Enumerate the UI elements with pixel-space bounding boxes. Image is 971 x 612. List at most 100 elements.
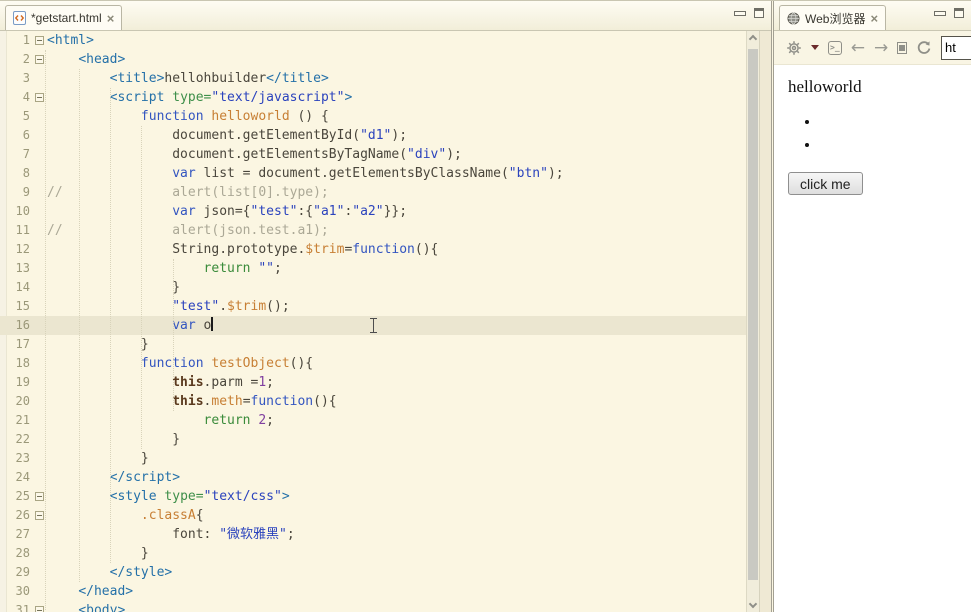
code-token: } — [140, 546, 149, 561]
code-text[interactable]: this.parm =1; — [47, 373, 746, 392]
fold-toggle-icon[interactable] — [33, 31, 47, 50]
code-text[interactable]: this.meth=function(){ — [47, 392, 746, 411]
code-line[interactable]: 2 <head> — [0, 50, 746, 69]
stop-icon[interactable] — [897, 41, 907, 54]
code-token: <title> — [109, 71, 165, 86]
maximize-icon[interactable] — [754, 8, 764, 18]
close-icon[interactable]: × — [870, 12, 878, 25]
code-text[interactable]: </script> — [47, 468, 746, 487]
page-text-helloworld: helloworld — [788, 77, 862, 96]
code-line[interactable]: 23 } — [0, 449, 746, 468]
code-text[interactable]: <head> — [47, 50, 746, 69]
code-line[interactable]: 4 <script type="text/javascript"> — [0, 88, 746, 107]
scroll-up-icon[interactable] — [748, 34, 758, 44]
code-text[interactable]: return ""; — [47, 259, 746, 278]
code-text[interactable]: var o — [47, 316, 746, 335]
code-text[interactable]: var list = document.getElementsByClassNa… — [47, 164, 746, 183]
settings-gear-icon[interactable] — [786, 40, 802, 56]
code-text[interactable]: "test".$trim(); — [47, 297, 746, 316]
line-number: 9 — [22, 185, 30, 199]
code-token: "d1" — [360, 128, 392, 143]
code-line[interactable]: 22 } — [0, 430, 746, 449]
forward-arrow-icon[interactable]: → — [874, 38, 888, 58]
code-text[interactable]: document.getElementById("d1"); — [47, 126, 746, 145]
code-line[interactable]: 24 </script> — [0, 468, 746, 487]
code-line[interactable]: 15 "test".$trim(); — [0, 297, 746, 316]
code-text[interactable]: <title>hellohbuilder</title> — [47, 69, 746, 88]
code-line[interactable]: 8 var list = document.getElementsByClass… — [0, 164, 746, 183]
code-line[interactable]: 14 } — [0, 278, 746, 297]
code-line[interactable]: 3 <title>hellohbuilder</title> — [0, 69, 746, 88]
console-icon[interactable]: >_ — [828, 40, 842, 55]
code-text[interactable]: } — [47, 544, 746, 563]
line-number: 5 — [22, 109, 30, 123]
code-text[interactable]: </head> — [47, 582, 746, 601]
minimize-icon[interactable] — [734, 10, 746, 16]
code-text[interactable]: function testObject(){ — [47, 354, 746, 373]
code-area[interactable]: 1 <html> 2 <head> 3 <title>hellohbuilder</t… — [0, 31, 746, 612]
code-text[interactable]: document.getElementsByTagName("div"); — [47, 145, 746, 164]
code-text[interactable]: } — [47, 449, 746, 468]
code-line[interactable]: 30 </head> — [0, 582, 746, 601]
dropdown-caret-icon[interactable] — [811, 45, 819, 50]
code-line[interactable]: 7 document.getElementsByTagName("div"); — [0, 145, 746, 164]
code-text[interactable]: // alert(list[0].type); — [47, 183, 746, 202]
refresh-icon[interactable] — [916, 40, 932, 56]
line-number: 27 — [15, 527, 30, 541]
editor-tabbar: *getstart.html × — [0, 1, 771, 31]
code-line[interactable]: 13 return ""; — [0, 259, 746, 278]
editor-vertical-scrollbar[interactable] — [746, 31, 759, 612]
code-text[interactable]: } — [47, 278, 746, 297]
code-line[interactable]: 17 } — [0, 335, 746, 354]
code-line[interactable]: 5 function helloworld () { — [0, 107, 746, 126]
code-text[interactable]: // alert(json.test.a1); — [47, 221, 746, 240]
code-line[interactable]: 9 // alert(list[0].type); — [0, 183, 746, 202]
code-text[interactable]: <style type="text/css"> — [47, 487, 746, 506]
code-line[interactable]: 20 this.meth=function(){ — [0, 392, 746, 411]
code-text[interactable]: var json={"test":{"a1":"a2"}}; — [47, 202, 746, 221]
maximize-icon[interactable] — [954, 8, 964, 18]
tab-web-browser[interactable]: Web浏览器 × — [779, 5, 887, 30]
scrollbar-thumb[interactable] — [748, 49, 758, 580]
code-line[interactable]: 18 function testObject(){ — [0, 354, 746, 373]
code-line[interactable]: 12 String.prototype.$trim=function(){ — [0, 240, 746, 259]
code-text[interactable]: } — [47, 335, 746, 354]
back-arrow-icon[interactable]: ← — [851, 38, 865, 58]
code-token: // alert(list[0].type); — [47, 185, 329, 200]
scroll-down-icon[interactable] — [748, 599, 758, 609]
code-line[interactable]: 25 <style type="text/css"> — [0, 487, 746, 506]
code-line[interactable]: 6 document.getElementById("d1"); — [0, 126, 746, 145]
code-line[interactable]: 27 font: "微软雅黑"; — [0, 525, 746, 544]
code-line[interactable]: 29 </style> — [0, 563, 746, 582]
code-line[interactable]: 10 var json={"test":{"a1":"a2"}}; — [0, 202, 746, 221]
code-text[interactable]: } — [47, 430, 746, 449]
close-icon[interactable]: × — [107, 12, 115, 25]
click-me-button[interactable]: click me — [788, 172, 863, 195]
code-token: <head> — [78, 52, 126, 67]
code-text[interactable]: <script type="text/javascript"> — [47, 88, 746, 107]
code-text[interactable]: font: "微软雅黑"; — [47, 525, 746, 544]
code-text[interactable]: <body> — [47, 601, 746, 612]
tab-getstart-html[interactable]: *getstart.html × — [5, 5, 123, 30]
code-text[interactable]: .classA{ — [47, 506, 746, 525]
minimize-icon[interactable] — [934, 10, 946, 16]
code-token: <script — [109, 90, 173, 105]
code-line[interactable]: 26 .classA{ — [0, 506, 746, 525]
code-text[interactable]: </style> — [47, 563, 746, 582]
code-text[interactable]: return 2; — [47, 411, 746, 430]
code-text[interactable]: <html> — [47, 31, 746, 50]
url-input[interactable] — [941, 35, 971, 60]
editor-panel: *getstart.html × 1 <html> 2 <head> 3 <title… — [0, 1, 774, 612]
code-token: o — [195, 318, 212, 333]
ide-window: *getstart.html × 1 <html> 2 <head> 3 <title… — [0, 0, 971, 612]
tab-title: *getstart.html — [31, 11, 102, 25]
code-line[interactable]: 11 // alert(json.test.a1); — [0, 221, 746, 240]
code-line[interactable]: 19 this.parm =1; — [0, 373, 746, 392]
code-line[interactable]: 1 <html> — [0, 31, 746, 50]
code-line[interactable]: 21 return 2; — [0, 411, 746, 430]
code-text[interactable]: String.prototype.$trim=function(){ — [47, 240, 746, 259]
code-line[interactable]: 31 <body> — [0, 601, 746, 612]
code-text[interactable]: function helloworld () { — [47, 107, 746, 126]
code-line[interactable]: 28 } — [0, 544, 746, 563]
